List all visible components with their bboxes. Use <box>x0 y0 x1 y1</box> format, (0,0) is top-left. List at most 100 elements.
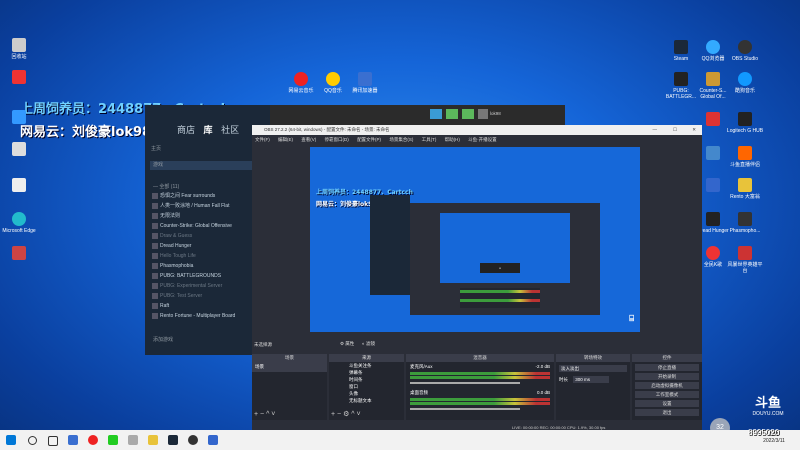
steam-nav-library[interactable]: 库 <box>204 125 213 135</box>
virtual-camera-button[interactable]: 启动虚拟摄像机 <box>635 382 699 389</box>
settings-button[interactable]: 设置 <box>635 400 699 407</box>
task-view-icon[interactable] <box>48 436 58 446</box>
steam-game-item[interactable]: Counter-Strike: Global Offensive <box>150 221 268 231</box>
game-icon <box>152 193 158 199</box>
desktop-icon-kugou[interactable]: 酷狗音乐 <box>726 72 764 94</box>
taskbar-app-icon[interactable] <box>148 435 158 445</box>
desktop-icon-3[interactable] <box>0 110 38 126</box>
start-icon[interactable] <box>6 435 16 445</box>
desktop-icon-2[interactable] <box>0 70 38 86</box>
desktop-icon-7[interactable] <box>0 246 38 262</box>
obs-preview[interactable]: 上周饲养员：2448877、Cartcch 网易云：刘俊豪lok98 ● ⌸ <box>310 147 640 332</box>
source-item[interactable]: 弹幕条 <box>329 369 404 376</box>
steam-game-item[interactable]: PUBG: Test Server <box>150 291 268 301</box>
toolbar-button[interactable] <box>430 109 442 119</box>
steam-add-game-button[interactable]: 添加游戏 <box>153 336 173 343</box>
steam-game-item[interactable]: PUBG: Experimental Server <box>150 281 268 291</box>
scene-panel-toolbar[interactable]: + − ^ ˅ <box>254 411 275 418</box>
desktop-icon-recycle-bin[interactable]: 回收站 <box>0 38 38 60</box>
transition-select[interactable]: 淡入淡出 <box>559 365 627 372</box>
app-icon <box>12 70 26 84</box>
toolbar-button[interactable] <box>446 109 458 119</box>
source-item[interactable]: 时间条 <box>329 376 404 383</box>
desktop-icon-accel[interactable]: 腾讯加速器 <box>346 72 384 94</box>
desktop-icon-storm[interactable]: 风暴世界英雄平台 <box>726 246 764 274</box>
game-icon <box>152 223 158 229</box>
studio-mode-button[interactable]: 工作室模式 <box>635 391 699 398</box>
desktop-icon-edge[interactable]: Microsoft Edge <box>0 212 38 234</box>
steam-game-item[interactable]: Dread Hunger <box>150 241 268 251</box>
menu-profile[interactable]: 配置文件(P) <box>357 137 381 142</box>
properties-button[interactable]: ⚙ 属性 <box>340 341 354 347</box>
menu-docks[interactable]: 停靠窗口(D) <box>325 137 349 142</box>
audio-meter <box>410 372 550 375</box>
source-item[interactable]: 无标题文本 <box>329 397 404 404</box>
avatar[interactable] <box>478 109 488 119</box>
close-icon[interactable]: ✕ <box>692 125 696 135</box>
desktop-icon-rento[interactable]: Rento 大富翁 <box>726 178 764 200</box>
desktop-icon-phasmo[interactable]: Phasmopho... <box>726 212 764 234</box>
steam-game-item[interactable]: Hello Tough Life <box>150 251 268 261</box>
menu-view[interactable]: 查看(V) <box>301 137 316 142</box>
steam-game-item[interactable]: PUBG: BATTLEGROUNDS <box>150 271 268 281</box>
steam-game-item[interactable]: 无限法则 <box>150 211 268 221</box>
taskbar-app-icon[interactable] <box>128 435 138 445</box>
game-icon <box>152 263 158 269</box>
steam-search-input[interactable]: 游戏 <box>150 161 262 170</box>
obs-titlebar[interactable]: OBS 27.2.2 (64-bit, windows) - 配置文件: 未命名… <box>252 125 702 135</box>
mixer-channel-name: 桌面音频 <box>410 390 428 395</box>
stop-stream-button[interactable]: 停止直播 <box>635 364 699 371</box>
menu-help[interactable]: 帮助(H) <box>445 137 460 142</box>
taskbar-app-icon[interactable] <box>208 435 218 445</box>
menu-tools[interactable]: 工具(T) <box>422 137 437 142</box>
panel-head-mixer: 混音器 <box>406 354 554 362</box>
desktop-icon-ghub[interactable]: Logitech G HUB <box>726 112 764 134</box>
minimize-icon[interactable]: — <box>653 125 658 135</box>
steam-nav-community[interactable]: 社区 <box>221 125 239 135</box>
douyu-logo-preview: ⌸ <box>629 314 634 323</box>
steam-game-item[interactable]: Raft <box>150 301 268 311</box>
nested-dialog: ● <box>480 263 520 273</box>
steam-game-item[interactable]: 人类一败涂地 / Human Fall Flat <box>150 201 268 211</box>
steam-section-header[interactable]: — 全部 (11) <box>153 183 179 190</box>
start-recording-button[interactable]: 开始录制 <box>635 373 699 380</box>
obs-window[interactable]: OBS 27.2.2 (64-bit, windows) - 配置文件: 未命名… <box>252 125 702 435</box>
menu-scene-collection[interactable]: 场景集合(S) <box>389 137 413 142</box>
duration-input[interactable]: 300 ms <box>573 376 610 383</box>
menu-douyu[interactable]: 斗鱼·开播设置 <box>468 137 497 142</box>
steam-home-link[interactable]: 主页 <box>151 145 161 152</box>
steam-game-item[interactable]: Rento Fortune - Multiplayer Board <box>150 311 268 321</box>
steam-game-item[interactable]: 恐惧之间 Fear surrounds <box>150 191 268 201</box>
steam-game-item[interactable]: Draw & Guess <box>150 231 268 241</box>
taskbar-app-icon[interactable] <box>68 435 78 445</box>
menu-file[interactable]: 文件(F) <box>255 137 270 142</box>
karaoke-icon <box>706 246 720 260</box>
source-item[interactable]: 窗口 <box>329 383 404 390</box>
source-panel-toolbar[interactable]: + − ⚙ ^ ˅ <box>331 410 361 418</box>
steam-titlebar[interactable]: lok98 <box>270 105 565 125</box>
desktop-icon-4[interactable] <box>0 142 38 158</box>
menu-edit[interactable]: 编辑(E) <box>278 137 293 142</box>
desktop-icon-douyu[interactable]: 斗鱼直播伴侣 <box>726 146 764 168</box>
mixer-channel-db: -2.0 dB <box>535 364 550 369</box>
filters-button[interactable]: ◐ 滤镜 <box>362 341 375 347</box>
volume-slider[interactable] <box>410 382 520 384</box>
scene-item[interactable]: 场景 <box>252 362 327 372</box>
desktop-icon-5[interactable] <box>0 178 38 194</box>
steam-nav-store[interactable]: 商店 <box>177 125 195 135</box>
steam-game-item[interactable]: Phasmophobia <box>150 261 268 271</box>
taskbar-wechat-icon[interactable] <box>108 435 118 445</box>
search-icon[interactable] <box>28 436 37 445</box>
exit-button[interactable]: 退出 <box>635 409 699 416</box>
source-item[interactable]: 头像 <box>329 390 404 397</box>
maximize-icon[interactable]: ☐ <box>673 125 677 135</box>
taskbar-obs-icon[interactable] <box>188 435 198 445</box>
taskbar-steam-icon[interactable] <box>168 435 178 445</box>
steam-icon <box>674 40 688 54</box>
source-item[interactable]: 斗鱼关注条 <box>329 362 404 369</box>
desktop-icon-obs[interactable]: OBS Studio <box>726 40 764 62</box>
volume-slider[interactable] <box>410 408 520 410</box>
taskbar-netease-icon[interactable] <box>88 435 98 445</box>
csgo-icon <box>706 72 720 86</box>
toolbar-button[interactable] <box>462 109 474 119</box>
